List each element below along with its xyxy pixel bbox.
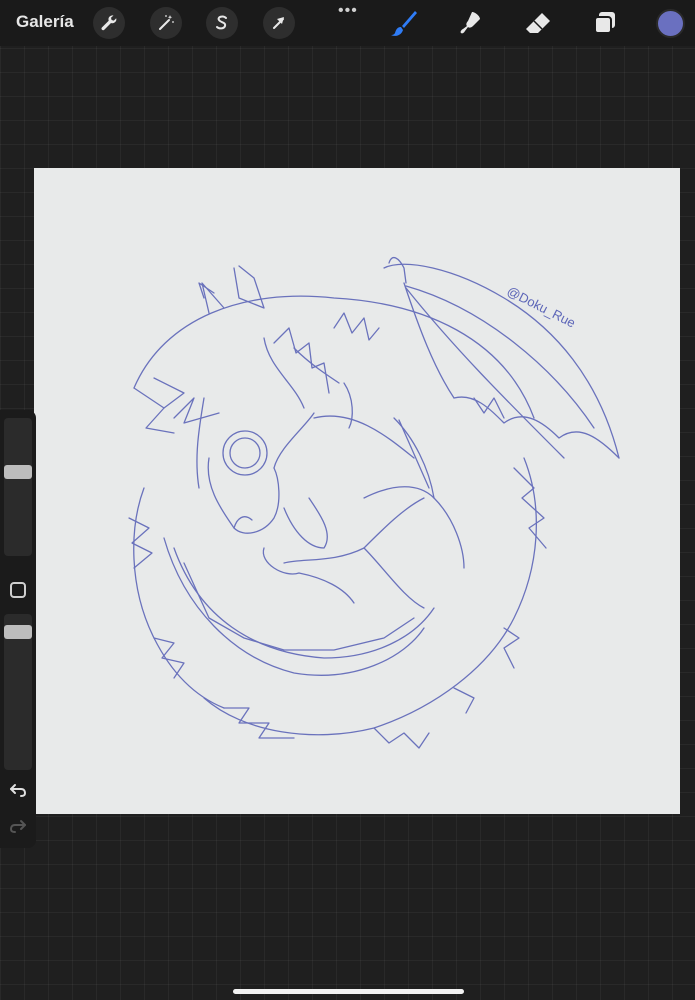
smudge-button[interactable] — [457, 9, 485, 37]
magic-wand-icon — [159, 15, 174, 30]
transform-button[interactable] — [263, 7, 295, 39]
undo-icon — [10, 784, 27, 797]
eraser-button[interactable] — [524, 9, 552, 37]
top-toolbar: Galería ••• — [0, 0, 695, 46]
opacity-slider[interactable] — [4, 614, 32, 770]
home-indicator — [233, 989, 464, 994]
eraser-icon — [526, 13, 550, 33]
modify-button[interactable] — [10, 582, 26, 598]
dragon-sketch: @Doku_Rue — [128, 256, 620, 749]
layers-icon — [594, 12, 615, 34]
layers-button[interactable] — [591, 9, 619, 37]
gallery-button[interactable]: Galería — [16, 12, 74, 32]
color-picker-button[interactable] — [656, 9, 685, 38]
brush-button[interactable] — [390, 9, 418, 37]
side-toolbar — [0, 410, 36, 848]
wrench-icon — [101, 15, 117, 31]
opacity-thumb[interactable] — [4, 625, 32, 639]
redo-icon — [9, 820, 26, 833]
brush-icon — [391, 11, 417, 36]
redo-button[interactable] — [8, 816, 28, 836]
drawing-canvas[interactable]: @Doku_Rue — [34, 168, 680, 814]
actions-button[interactable] — [93, 7, 125, 39]
brush-size-slider[interactable] — [4, 418, 32, 556]
transform-arrow-icon — [273, 17, 284, 29]
adjustments-button[interactable] — [150, 7, 182, 39]
more-options-button[interactable]: ••• — [338, 2, 358, 20]
selection-icon — [216, 15, 227, 30]
undo-button[interactable] — [8, 780, 28, 800]
signature-text: @Doku_Rue — [505, 283, 578, 330]
brush-size-thumb[interactable] — [4, 465, 32, 479]
smudge-icon — [460, 12, 480, 34]
selection-button[interactable] — [206, 7, 238, 39]
